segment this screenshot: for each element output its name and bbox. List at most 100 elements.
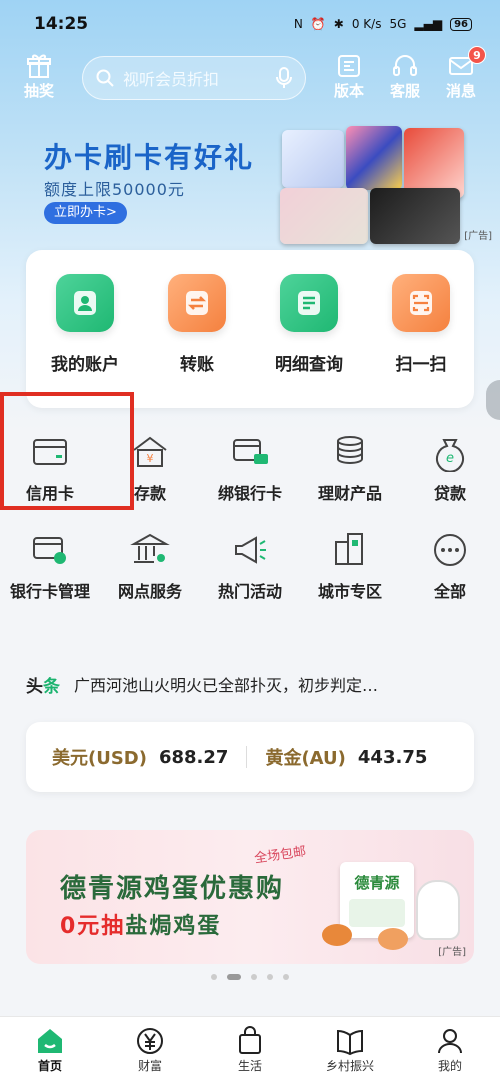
bag-icon: [239, 1026, 261, 1054]
bind-card-label: 绑银行卡: [217, 484, 282, 503]
egg-promo-banner[interactable]: 全场包邮 德青源鸡蛋优惠购 0元抽盐焗鸡蛋 德青源 [广告]: [26, 830, 474, 964]
carousel-dot[interactable]: [227, 974, 241, 980]
service-button[interactable]: 客服: [382, 52, 428, 101]
search-input[interactable]: 视听会员折扣: [82, 56, 306, 100]
tab-wealth[interactable]: 财富: [110, 1025, 190, 1074]
profile-icon: [438, 1029, 462, 1054]
version-label: 版本: [333, 82, 364, 100]
svg-text:¥: ¥: [147, 452, 154, 465]
account-icon: [56, 274, 114, 332]
tab-life-label: 生活: [237, 1059, 262, 1073]
transfer-button[interactable]: 转账: [142, 274, 252, 375]
detail-icon: [280, 274, 338, 332]
svg-text:e: e: [446, 451, 454, 466]
wealth-products-button[interactable]: 理财产品: [300, 432, 400, 504]
branch-service-label: 网点服务: [117, 582, 182, 601]
city-zone-button[interactable]: 城市专区: [300, 530, 400, 602]
book-icon: [337, 1029, 363, 1056]
carousel-dot[interactable]: [211, 974, 217, 980]
carousel-indicator: [0, 974, 500, 980]
apply-card-button[interactable]: 立即办卡>: [44, 202, 127, 224]
promo-script: 全场包邮: [253, 844, 308, 867]
signal-label: 5G: [389, 17, 407, 31]
transfer-label: 转账: [180, 355, 214, 375]
usd-label: 美元(USD): [52, 748, 147, 769]
ad-tag: [广告]: [464, 231, 492, 242]
deposit-icon: ¥: [133, 436, 167, 467]
promo-ad-tag: [广告]: [438, 947, 466, 958]
headline-text: 广西河池山火明火已全部扑灭，初步判定…: [74, 676, 379, 695]
home-icon: [38, 1029, 62, 1053]
card-image: [346, 126, 402, 190]
credit-card-highlight-box: [0, 392, 134, 510]
search-icon: [96, 69, 114, 87]
headline-tag: 头条: [26, 676, 60, 697]
service-label: 客服: [389, 82, 420, 100]
alarm-icon: ⏰: [310, 17, 326, 31]
battery-level: 96: [450, 17, 472, 31]
promo-banner[interactable]: 办卡刷卡有好礼 额度上限50000元 立即办卡> [广告]: [0, 118, 500, 248]
branch-icon: [130, 533, 170, 563]
all-services-label: 全部: [433, 582, 466, 601]
microphone-icon[interactable]: [275, 67, 293, 89]
detail-query-label: 明细查询: [275, 355, 343, 375]
exchange-rates-panel[interactable]: 美元(USD) 688.27 黄金(AU) 443.75: [26, 722, 474, 792]
card-manage-icon: [33, 537, 66, 564]
my-account-label: 我的账户: [51, 355, 119, 375]
card-image: [282, 130, 344, 188]
megaphone-icon: [235, 536, 266, 564]
bluetooth-icon: ✱: [333, 17, 344, 31]
detail-query-button[interactable]: 明细查询: [254, 274, 364, 375]
tab-rural[interactable]: 乡村振兴: [310, 1025, 390, 1074]
bind-card-button[interactable]: 绑银行卡: [200, 432, 300, 504]
main-actions-panel: 我的账户 转账 明细查询 扫一扫: [26, 250, 474, 408]
wealth-products-label: 理财产品: [317, 484, 382, 503]
message-badge: 9: [468, 46, 486, 64]
credit-card-images: [276, 122, 466, 244]
city-zone-label: 城市专区: [317, 582, 382, 601]
scan-label: 扫一扫: [395, 355, 447, 375]
more-icon: [434, 534, 466, 566]
tab-mine-label: 我的: [437, 1059, 462, 1073]
message-button[interactable]: 消息 9: [438, 46, 486, 101]
egg-image: [378, 928, 408, 950]
card-image: [370, 188, 460, 244]
scan-icon: [392, 274, 450, 332]
tab-wealth-label: 财富: [137, 1059, 162, 1073]
loan-label: 贷款: [433, 484, 466, 503]
my-account-button[interactable]: 我的账户: [30, 274, 140, 375]
carousel-dot[interactable]: [251, 974, 257, 980]
status-icons: N ⏰ ✱ 0 K/s 5G ▂▄▆ 96: [294, 17, 472, 31]
card-image: [280, 188, 368, 244]
carousel-dot[interactable]: [267, 974, 273, 980]
all-services-button[interactable]: 全部: [400, 530, 500, 602]
tab-mine[interactable]: 我的: [410, 1025, 490, 1074]
scan-button[interactable]: 扫一扫: [366, 274, 476, 375]
gold-value: 443.75: [357, 746, 428, 768]
lottery-button[interactable]: 抽奖: [16, 52, 62, 101]
transfer-icon: [168, 274, 226, 332]
bind-card-icon: [233, 439, 268, 464]
city-icon: [335, 533, 363, 565]
tab-life[interactable]: 生活: [210, 1025, 290, 1074]
headline-news[interactable]: 头条 广西河池山火明火已全部扑灭，初步判定…: [26, 672, 474, 697]
promo-subtitle: 0元抽盐焗鸡蛋: [60, 914, 222, 939]
bottom-tab-bar: 首页 财富 生活 乡村振兴 我的: [0, 1016, 500, 1084]
hot-activities-button[interactable]: 热门活动: [200, 530, 300, 602]
promo-title: 德青源鸡蛋优惠购: [60, 874, 285, 904]
tab-home[interactable]: 首页: [10, 1025, 90, 1074]
carousel-dot[interactable]: [283, 974, 289, 980]
banner-title: 办卡刷卡有好礼: [44, 141, 255, 174]
egg-box-image: 德青源: [340, 862, 414, 938]
status-bar: 14:25 N ⏰ ✱ 0 K/s 5G ▂▄▆ 96: [0, 0, 500, 48]
signal-icon: ▂▄▆: [414, 17, 443, 31]
branch-service-button[interactable]: 网点服务: [100, 530, 200, 602]
gift-icon: [27, 54, 51, 78]
card-management-button[interactable]: 银行卡管理: [0, 530, 100, 602]
deposit-label: 存款: [133, 484, 166, 503]
loan-button[interactable]: e 贷款: [400, 432, 500, 504]
version-button[interactable]: 版本: [326, 52, 372, 101]
search-placeholder: 视听会员折扣: [123, 70, 220, 89]
brand-label: 德青源: [354, 874, 400, 892]
floating-side-tab[interactable]: [486, 380, 500, 420]
